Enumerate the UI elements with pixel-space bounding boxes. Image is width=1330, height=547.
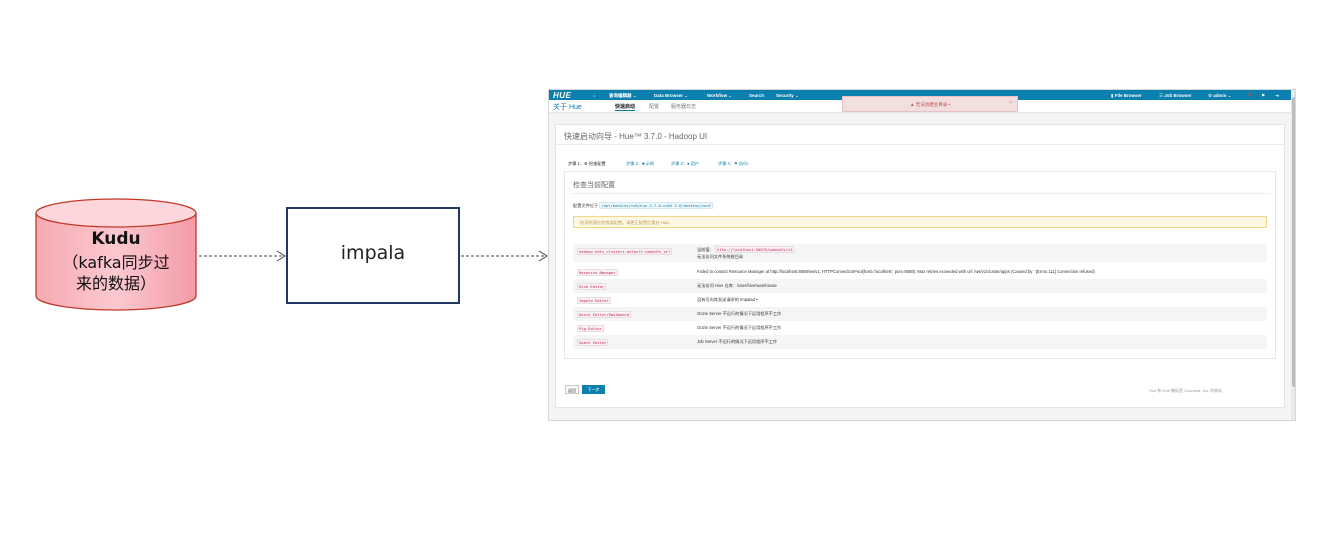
home-icon[interactable]: ⌂	[593, 93, 596, 98]
scrollbar-thumb[interactable]	[1292, 97, 1295, 387]
step-3-users[interactable]: 步骤 3：● 用户	[671, 161, 699, 167]
tab-server-logs[interactable]: 服务器日志	[671, 103, 696, 110]
check-value: Oozie Server 不运行的情况下运用程序不工作	[697, 311, 782, 316]
logout-icon[interactable]: ⇥	[1275, 93, 1279, 99]
tab-quick-start[interactable]: 快速启动	[615, 103, 636, 111]
nav-data-browser[interactable]: Data Browser ⌄	[654, 93, 688, 99]
check-value-label: 当前值：	[697, 247, 714, 252]
arrow-impala-to-hue	[461, 250, 548, 262]
check-key: Oozie Editor/Dashboard	[577, 311, 632, 318]
tab-configuration[interactable]: 配置	[649, 103, 659, 110]
flag-icon[interactable]: ⚑	[1261, 93, 1265, 99]
misconfig-warning: 检测到潜在的错误配置。请更正配置后重启 Hue。	[573, 216, 1267, 228]
alert-close-icon[interactable]: ×	[1009, 100, 1012, 106]
step-1-check-config[interactable]: 步骤 1：⚙ 检查配置	[568, 161, 606, 167]
config-label: 配置文件位于	[573, 203, 599, 208]
trademark-footer: Hue 和 Hue 徽标是 Cloudera, Inc. 的商标	[1149, 388, 1223, 393]
check-value: Job Server 不运行的情况下运用程序不工作	[697, 339, 778, 344]
help-icon[interactable]: ❓	[1247, 93, 1253, 99]
hue-logo[interactable]: HUE	[553, 91, 571, 100]
check-value: 没有可向其发送请求的 Impalad •	[697, 297, 758, 302]
next-button[interactable]: 下一步	[582, 385, 605, 394]
kudu-subtitle: （kafka同步过 来的数据）	[36, 252, 196, 294]
page-title: 快速启动向导 - Hue™ 3.7.0 - Hadoop UI	[564, 132, 708, 141]
check-value: Oozie Server 不运行的情况下运用程序不工作	[697, 325, 782, 330]
home-dir-alert: ▲ 无法创建主目录 • ×	[842, 96, 1018, 112]
check-value: 无法访问 Hive 仓库：/user/hive/warehouse	[697, 283, 777, 288]
config-path: /opt/modules/cdh/hue-3.7.0-cdh5.3.6/desk…	[599, 202, 714, 209]
check-row-resource-manager: Resource Manager Failed to contact Resou…	[573, 265, 1267, 279]
check-key: hadoop.hdfs_clusters.default.webhdfs_url	[577, 248, 673, 255]
kudu-title: Kudu	[91, 229, 141, 249]
check-row-spark-editor: Spark Editor Job Server 不运行的情况下运用程序不工作	[573, 335, 1267, 349]
check-note: 无法访问文件系统根目录	[697, 254, 744, 259]
check-value-url: http://localhost:50070/webhdfs/v1	[714, 246, 795, 253]
nav-workflow[interactable]: Workflow ⌄	[707, 93, 732, 99]
alert-text: ▲ 无法创建主目录 •	[909, 102, 951, 107]
check-key: Resource Manager	[577, 269, 618, 276]
kudu-subtitle-line-1: （kafka同步过	[62, 253, 170, 272]
back-button[interactable]: 返回	[565, 385, 579, 394]
section-title: 检查当前配置	[573, 182, 615, 189]
check-key: Impala Editor	[577, 297, 611, 304]
title-divider	[556, 144, 1284, 145]
step-2-examples[interactable]: 步骤 2：■ 示例	[626, 161, 654, 167]
config-location: 配置文件位于 /opt/modules/cdh/hue-3.7.0-cdh5.3…	[573, 202, 714, 209]
check-key: Spark Editor	[577, 339, 609, 346]
arrow-kudu-to-impala	[199, 250, 286, 262]
impala-label: impala	[340, 242, 406, 264]
check-row-webhdfs: hadoop.hdfs_clusters.default.webhdfs_url…	[573, 244, 1267, 262]
hue-screenshot: HUE ⌂ 查询编辑器 ⌄ Data Browser ⌄ Workflow ⌄ …	[548, 89, 1296, 421]
quick-start-card: 快速启动向导 - Hue™ 3.7.0 - Hadoop UI 步骤 1：⚙ 检…	[555, 124, 1285, 408]
nav-job-browser[interactable]: ☰ Job Browser	[1159, 93, 1192, 99]
check-row-oozie-editor: Oozie Editor/Dashboard Oozie Server 不运行的…	[573, 307, 1267, 321]
about-hue-title[interactable]: 关于 Hue	[553, 102, 582, 112]
check-value: 当前值： http://localhost:50070/webhdfs/v1	[697, 246, 795, 253]
nav-file-browser[interactable]: ▮ File Browser	[1111, 93, 1142, 99]
config-check-panel: 检查当前配置 配置文件位于 /opt/modules/cdh/hue-3.7.0…	[564, 171, 1276, 359]
architecture-diagram: Kudu （kafka同步过 来的数据） impala	[0, 0, 560, 547]
check-key: Pig Editor	[577, 325, 604, 332]
nav-query-editors[interactable]: 查询编辑器 ⌄	[609, 93, 637, 99]
step-4-run[interactable]: 步骤 4：⚑ 执行!	[718, 161, 749, 167]
nav-security[interactable]: Security ⌄	[776, 93, 799, 99]
nav-admin-menu[interactable]: ⚙ admin ⌄	[1208, 93, 1232, 99]
check-row-impala-editor: Impala Editor 没有可向其发送请求的 Impalad •	[573, 293, 1267, 307]
section-divider	[571, 193, 1271, 194]
check-key: Hive Editor	[577, 283, 607, 290]
kudu-subtitle-line-2: 来的数据）	[75, 274, 156, 293]
check-row-hive-editor: Hive Editor 无法访问 Hive 仓库：/user/hive/ware…	[573, 279, 1267, 293]
check-row-pig-editor: Pig Editor Oozie Server 不运行的情况下运用程序不工作	[573, 321, 1267, 335]
check-value: Failed to contact Resource Manager at ht…	[697, 269, 1095, 274]
nav-search[interactable]: Search	[749, 93, 764, 98]
